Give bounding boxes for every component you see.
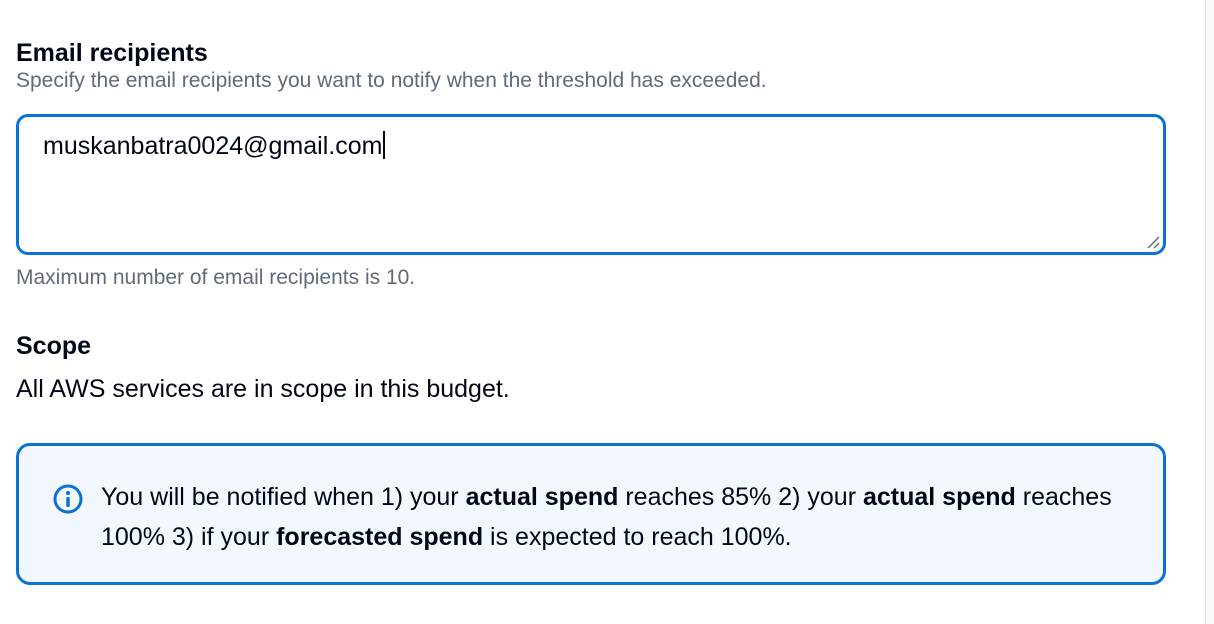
email-recipients-hint: Maximum number of email recipients is 10… [16, 266, 416, 289]
notification-info-alert: You will be notified when 1) your actual… [16, 443, 1166, 585]
alert-bold-forecasted-spend: forecasted spend [276, 523, 484, 551]
email-value-text: muskanbatra0024@gmail.com [43, 132, 383, 160]
scope-section: Scope All AWS services are in scope in t… [16, 331, 1166, 405]
text-caret [383, 131, 386, 159]
scope-label: Scope [16, 332, 92, 360]
email-recipients-label: Email recipients [16, 39, 208, 67]
page-scrollbar[interactable] [1205, 0, 1214, 624]
info-icon [53, 484, 83, 514]
scope-text: All AWS services are in scope in this bu… [16, 375, 510, 403]
resize-handle-icon[interactable] [1146, 235, 1160, 249]
email-recipients-value[interactable]: muskanbatra0024@gmail.com [43, 129, 386, 163]
alert-text-part: reaches 85% 2) your [618, 483, 863, 511]
alert-text-part: You will be notified when 1) your [101, 483, 466, 511]
email-recipients-description: Specify the email recipients you want to… [16, 69, 767, 92]
alert-text-part: is expected to reach 100%. [483, 523, 792, 551]
alert-bold-actual-spend: actual spend [465, 483, 619, 511]
alert-message: You will be notified when 1) your actual… [101, 477, 1141, 557]
email-recipients-section: Email recipients Specify the email recip… [16, 38, 1166, 94]
alert-bold-actual-spend: actual spend [862, 483, 1016, 511]
email-recipients-textarea[interactable]: muskanbatra0024@gmail.com [16, 114, 1166, 255]
budget-alert-form: Email recipients Specify the email recip… [0, 0, 1214, 624]
